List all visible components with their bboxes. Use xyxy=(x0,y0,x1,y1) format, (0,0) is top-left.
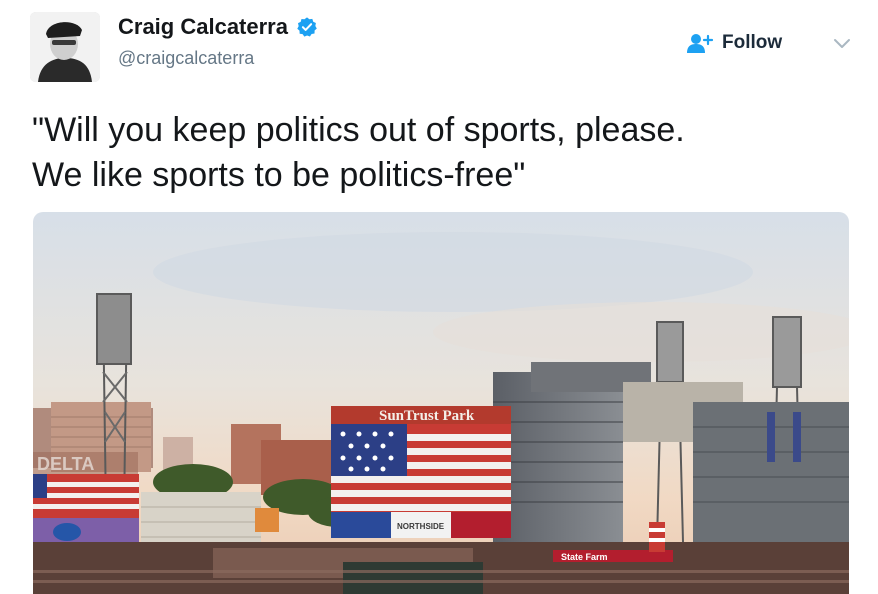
follow-button[interactable]: Follow xyxy=(686,32,782,54)
author-handle[interactable]: @craigcalcaterra xyxy=(118,48,318,69)
author-name[interactable]: Craig Calcaterra xyxy=(118,14,318,40)
scoreboard-brand: SunTrust Park xyxy=(379,408,475,424)
follow-person-icon xyxy=(687,34,714,53)
main-scoreboard: SunTrust Park NORTHSIDE xyxy=(331,406,511,538)
tweet-text-line-2: We like sports to be politics-free" xyxy=(32,156,526,194)
left-video-board xyxy=(33,474,139,546)
follow-label[interactable]: Follow xyxy=(722,32,782,54)
chevron-down-icon[interactable] xyxy=(832,36,852,50)
state-farm-sign: State Farm xyxy=(561,552,608,562)
author-name-text[interactable]: Craig Calcaterra xyxy=(118,14,288,40)
tweet-photo[interactable]: DELTA SunTrust Park NORTHSIDE State Farm xyxy=(33,212,849,594)
tweet-text: "Will you keep politics out of sports, p… xyxy=(32,108,852,198)
avatar[interactable] xyxy=(30,12,100,82)
northside-sponsor: NORTHSIDE xyxy=(397,522,445,531)
delta-sign: DELTA xyxy=(37,454,94,474)
author-block[interactable]: Craig Calcaterra @craigcalcaterra xyxy=(118,14,318,69)
home-depot-sign xyxy=(255,508,279,532)
verified-badge-icon xyxy=(297,17,317,37)
tweet-text-line-1: "Will you keep politics out of sports, p… xyxy=(32,111,685,149)
stadium-photo: DELTA SunTrust Park NORTHSIDE State Farm xyxy=(33,212,849,594)
